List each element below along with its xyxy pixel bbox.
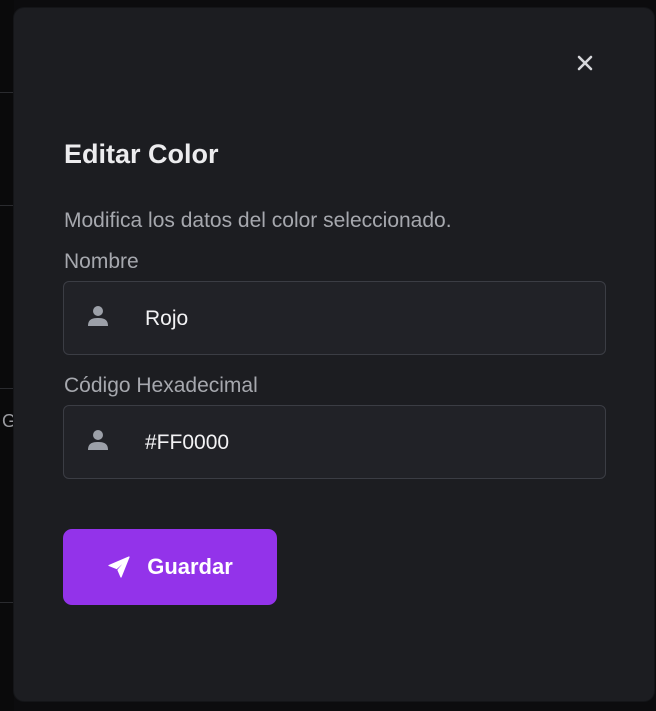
close-icon (577, 55, 593, 71)
backdrop-divider (0, 92, 14, 93)
modal-title: Editar Color (64, 139, 219, 169)
hex-field-label: Código Hexadecimal (64, 374, 258, 397)
name-field-label: Nombre (64, 250, 139, 273)
backdrop-divider (0, 205, 14, 206)
paper-plane-icon (108, 556, 130, 578)
user-icon (88, 306, 108, 326)
save-button-label: Guardar (147, 554, 233, 579)
user-icon (88, 430, 108, 450)
hex-code-input[interactable]: #FF0000 (63, 405, 606, 479)
save-button[interactable]: Guardar (63, 529, 277, 605)
backdrop-divider (0, 388, 14, 389)
name-input[interactable]: Rojo (63, 281, 606, 355)
edit-color-modal: Editar Color Modifica los datos del colo… (14, 8, 654, 701)
modal-description: Modifica los datos del color seleccionad… (64, 209, 452, 232)
page-backdrop: G (0, 0, 16, 711)
close-button[interactable] (573, 51, 597, 75)
hex-code-input-value: #FF0000 (145, 431, 230, 454)
name-input-value: Rojo (145, 307, 189, 330)
backdrop-divider (0, 602, 14, 603)
